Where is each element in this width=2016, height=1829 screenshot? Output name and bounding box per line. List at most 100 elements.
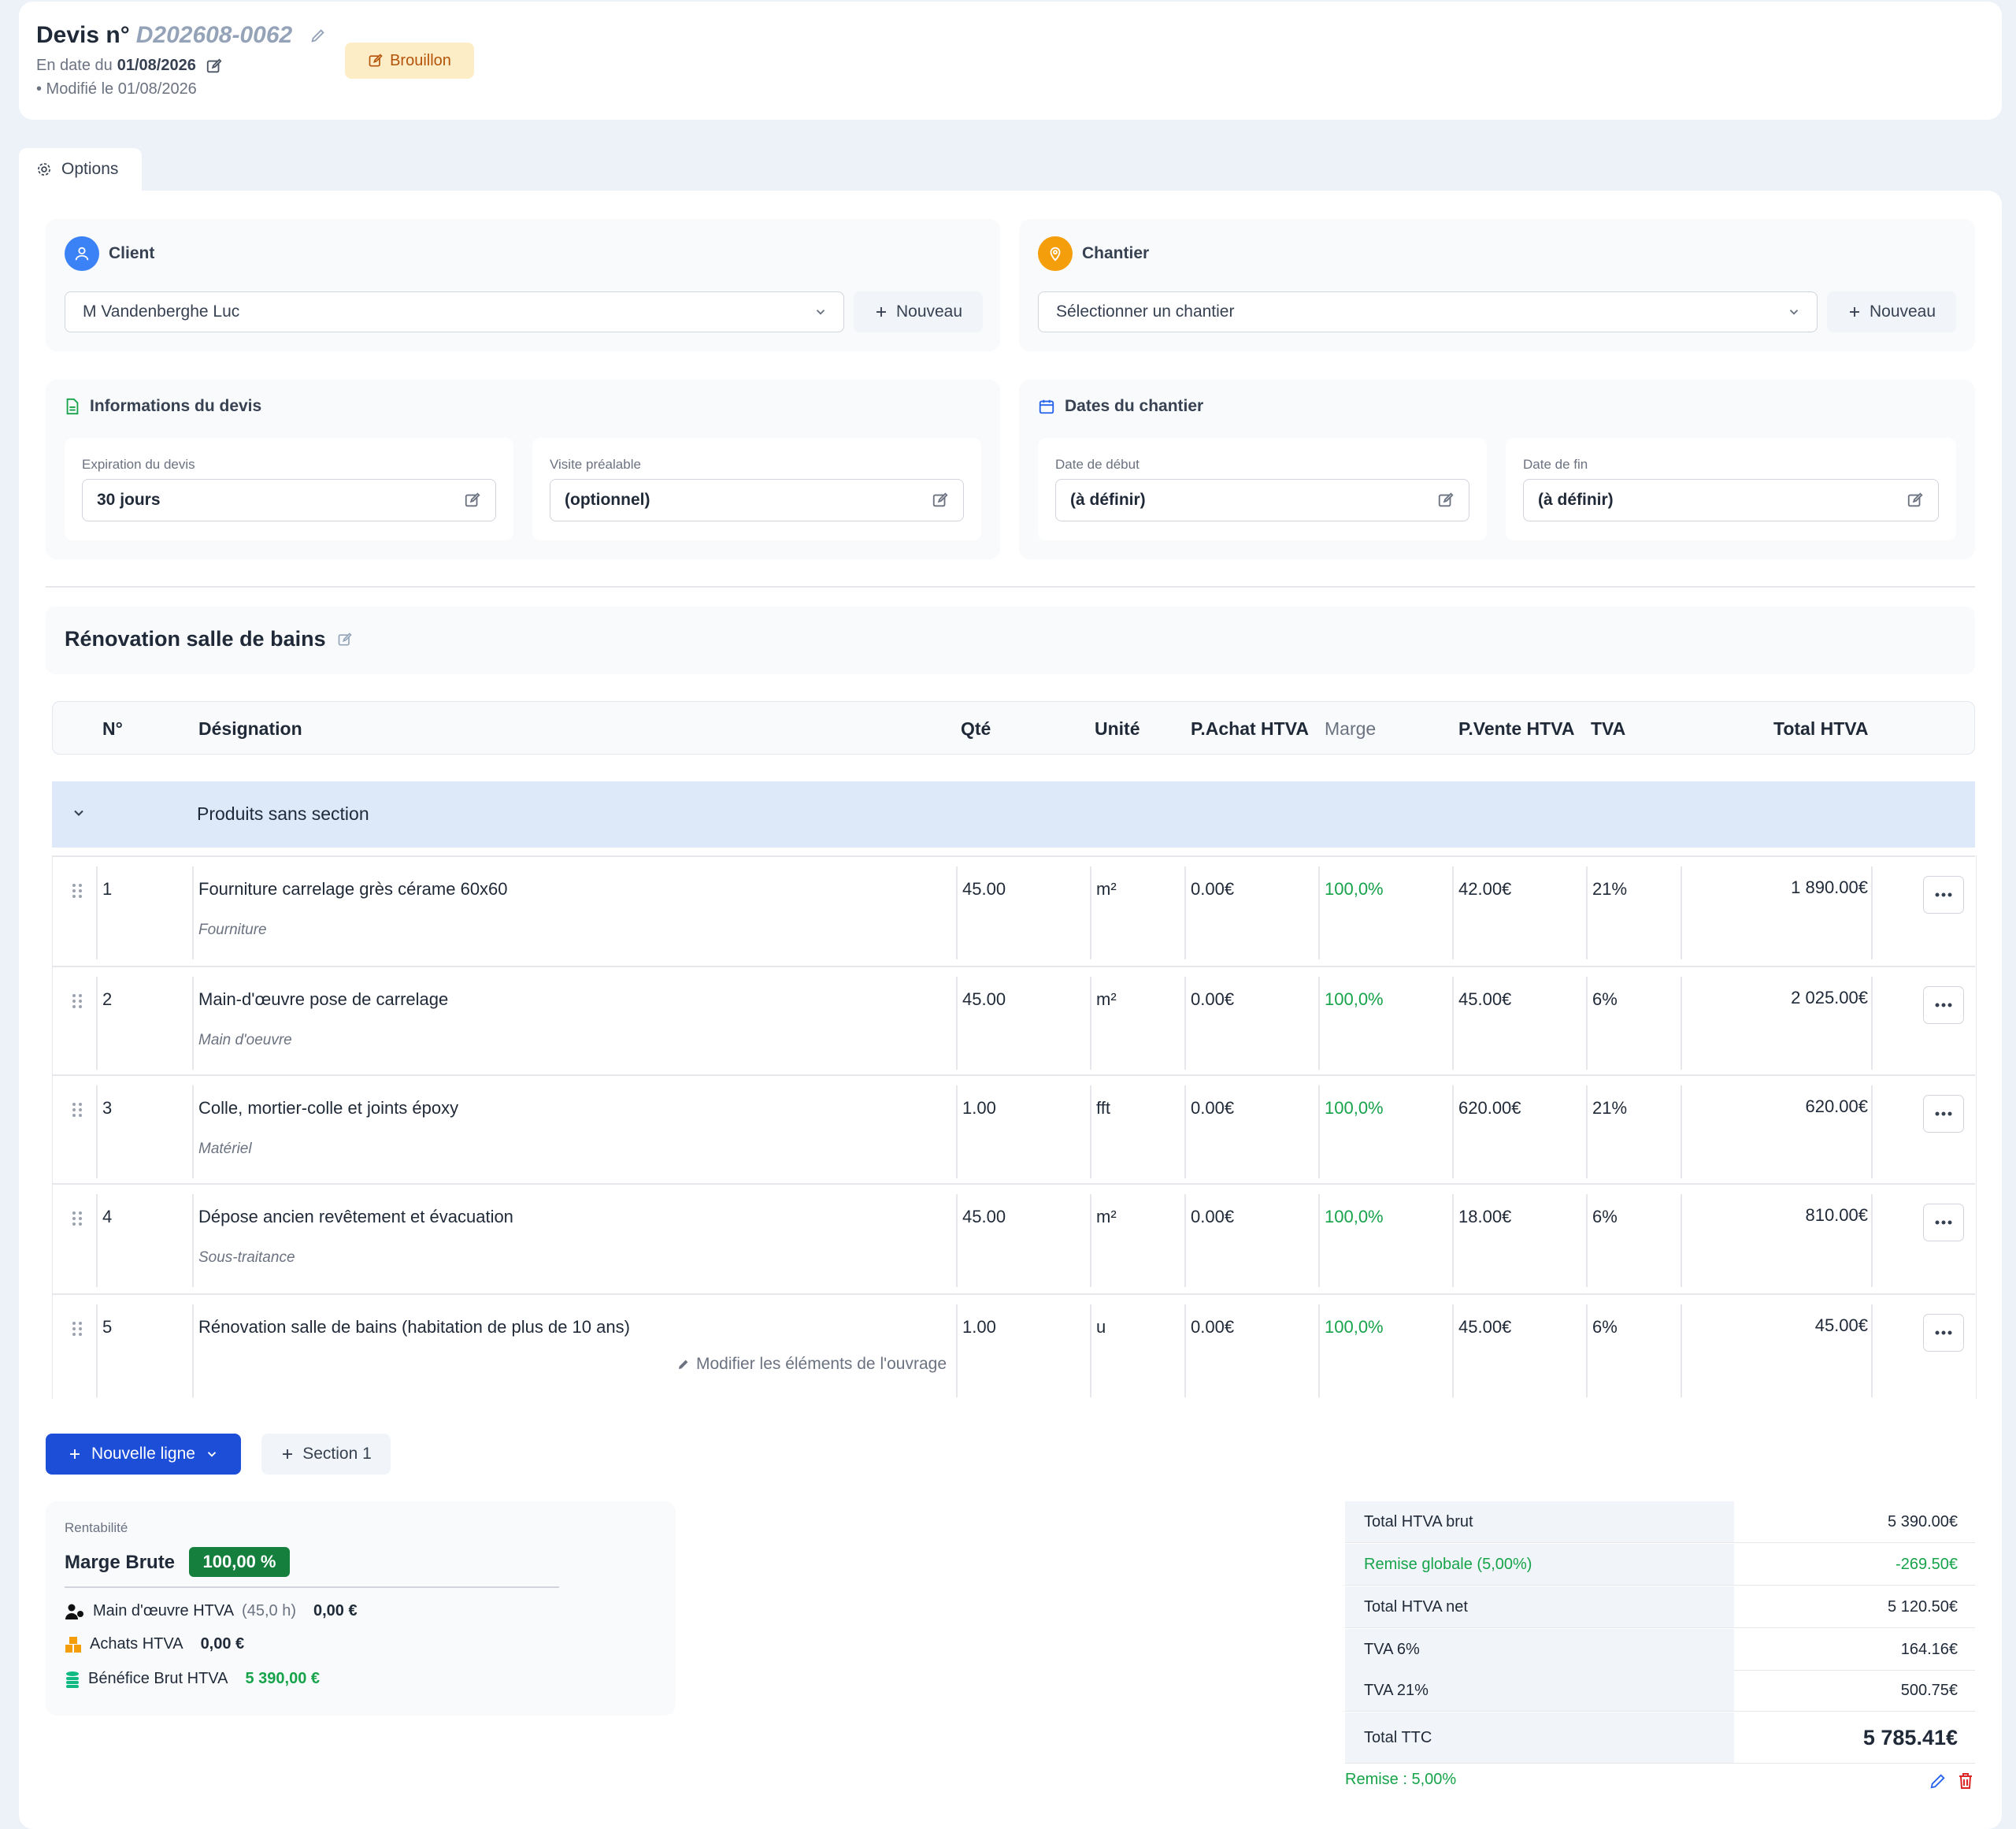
trash-icon[interactable] bbox=[1958, 1772, 1973, 1790]
column-divider bbox=[1318, 1304, 1320, 1397]
visite-label: Visite préalable bbox=[550, 457, 641, 472]
more-icon bbox=[1935, 1003, 1952, 1007]
modified-date: • Modifié le 01/08/2026 bbox=[36, 80, 197, 98]
row-sell-price[interactable]: 45.00€ bbox=[1458, 989, 1511, 1010]
row-total: 1 890.00€ bbox=[1791, 877, 1868, 897]
expiration-field[interactable]: 30 jours bbox=[82, 479, 496, 521]
col-num: N° bbox=[102, 718, 123, 739]
col-unit: Unité bbox=[1095, 718, 1140, 739]
row-designation[interactable]: Dépose ancien revêtement et évacuation bbox=[198, 1207, 513, 1227]
column-divider bbox=[1586, 1304, 1588, 1397]
drag-handle-icon[interactable] bbox=[71, 882, 83, 900]
row-actions-button[interactable] bbox=[1923, 876, 1964, 914]
row-sell-price[interactable]: 42.00€ bbox=[1458, 879, 1511, 900]
edit-icon bbox=[1437, 492, 1455, 509]
row-vat[interactable]: 6% bbox=[1592, 1317, 1618, 1337]
end-date-field[interactable]: (à définir) bbox=[1523, 479, 1939, 521]
pencil-icon[interactable] bbox=[309, 27, 327, 44]
drag-handle-icon[interactable] bbox=[71, 1101, 83, 1119]
row-divider bbox=[52, 1074, 1975, 1076]
row-designation[interactable]: Rénovation salle de bains (habitation de… bbox=[198, 1317, 630, 1337]
chantier-select[interactable]: Sélectionner un chantier bbox=[1038, 291, 1818, 332]
row-buy-price[interactable]: 0.00€ bbox=[1191, 1098, 1234, 1119]
row-buy-price[interactable]: 0.00€ bbox=[1191, 1207, 1234, 1227]
row-margin[interactable]: 100,0% bbox=[1325, 879, 1384, 900]
row-quantity[interactable]: 45.00 bbox=[962, 879, 1006, 900]
row-designation[interactable]: Main-d'œuvre pose de carrelage bbox=[198, 989, 448, 1010]
tab-options[interactable]: Options bbox=[19, 148, 142, 191]
column-divider bbox=[96, 977, 98, 1070]
coins-icon bbox=[65, 1671, 80, 1688]
row-vat[interactable]: 6% bbox=[1592, 1207, 1618, 1227]
row-unit[interactable]: m² bbox=[1096, 1207, 1117, 1227]
row-vat[interactable]: 21% bbox=[1592, 1098, 1627, 1119]
row-quantity[interactable]: 45.00 bbox=[962, 989, 1006, 1010]
row-quantity[interactable]: 1.00 bbox=[962, 1317, 996, 1337]
edit-icon bbox=[932, 492, 949, 509]
column-divider bbox=[956, 977, 958, 1070]
drag-handle-icon[interactable] bbox=[71, 1210, 83, 1227]
chevron-down-icon bbox=[813, 305, 828, 319]
labor-line: Main d'œuvre HTVA (45,0 h) 0,00 € bbox=[65, 1602, 358, 1620]
new-client-label: Nouveau bbox=[895, 302, 963, 321]
row-category: Matériel bbox=[198, 1141, 252, 1157]
row-actions-button[interactable] bbox=[1923, 1095, 1964, 1133]
col-margin: Marge bbox=[1325, 718, 1377, 739]
row-actions-button[interactable] bbox=[1923, 986, 1964, 1024]
column-divider bbox=[1184, 1194, 1186, 1287]
status-badge[interactable]: Brouillon bbox=[345, 43, 474, 79]
edit-status-icon bbox=[368, 53, 384, 69]
drag-handle-icon[interactable] bbox=[71, 1320, 83, 1337]
column-divider bbox=[1586, 977, 1588, 1070]
new-chantier-button[interactable]: Nouveau bbox=[1827, 291, 1956, 332]
row-sell-price[interactable]: 620.00€ bbox=[1458, 1098, 1521, 1119]
row-sell-price[interactable]: 18.00€ bbox=[1458, 1207, 1511, 1227]
row-buy-price[interactable]: 0.00€ bbox=[1191, 1317, 1234, 1337]
row-quantity[interactable]: 45.00 bbox=[962, 1207, 1006, 1227]
profit-value: 5 390,00 € bbox=[245, 1670, 321, 1687]
row-actions-button[interactable] bbox=[1923, 1204, 1964, 1241]
column-divider bbox=[956, 1085, 958, 1178]
row-unit[interactable]: m² bbox=[1096, 879, 1117, 900]
client-title-label: Client bbox=[109, 244, 155, 262]
marge-badge: 100,00 % bbox=[189, 1547, 290, 1577]
row-quantity[interactable]: 1.00 bbox=[962, 1098, 996, 1119]
drag-handle-icon[interactable] bbox=[71, 992, 83, 1010]
row-margin[interactable]: 100,0% bbox=[1325, 1317, 1384, 1337]
row-unit[interactable]: u bbox=[1096, 1317, 1106, 1337]
row-unit[interactable]: m² bbox=[1096, 989, 1117, 1010]
column-divider bbox=[1586, 1194, 1588, 1287]
row-designation[interactable]: Fourniture carrelage grès cérame 60x60 bbox=[198, 879, 508, 900]
row-designation[interactable]: Colle, mortier-colle et joints époxy bbox=[198, 1098, 458, 1119]
row-vat[interactable]: 21% bbox=[1592, 879, 1627, 900]
start-date-field[interactable]: (à définir) bbox=[1055, 479, 1469, 521]
remise-note: Remise : 5,00% bbox=[1345, 1771, 1457, 1788]
edit-ouvrage-link[interactable]: Modifier les éléments de l'ouvrage bbox=[677, 1355, 947, 1374]
column-divider bbox=[1452, 866, 1454, 959]
totals-label: Total HTVA net bbox=[1345, 1586, 1734, 1627]
visite-field[interactable]: (optionnel) bbox=[550, 479, 964, 521]
row-vat[interactable]: 6% bbox=[1592, 989, 1618, 1010]
new-line-button[interactable]: Nouvelle ligne bbox=[46, 1434, 241, 1475]
client-select[interactable]: M Vandenberghe Luc bbox=[65, 291, 844, 332]
row-unit[interactable]: fft bbox=[1096, 1098, 1110, 1119]
edit-section-icon[interactable] bbox=[337, 632, 353, 647]
row-buy-price[interactable]: 0.00€ bbox=[1191, 989, 1234, 1010]
row-buy-price[interactable]: 0.00€ bbox=[1191, 879, 1234, 900]
row-actions-button[interactable] bbox=[1923, 1314, 1964, 1352]
row-margin[interactable]: 100,0% bbox=[1325, 1207, 1384, 1227]
add-section-button[interactable]: Section 1 bbox=[261, 1434, 391, 1475]
edit-remise-icon[interactable] bbox=[1929, 1772, 1947, 1790]
new-chantier-label: Nouveau bbox=[1869, 302, 1936, 321]
plus-icon bbox=[874, 305, 888, 319]
row-margin[interactable]: 100,0% bbox=[1325, 1098, 1384, 1119]
end-date-value: (à définir) bbox=[1538, 491, 1614, 509]
quote-title: Devis n° D202608-0062 bbox=[36, 22, 327, 49]
row-margin[interactable]: 100,0% bbox=[1325, 989, 1384, 1010]
new-client-button[interactable]: Nouveau bbox=[854, 291, 983, 332]
row-sell-price[interactable]: 45.00€ bbox=[1458, 1317, 1511, 1337]
edit-date-icon[interactable] bbox=[206, 58, 223, 75]
chevron-down-icon[interactable] bbox=[71, 805, 87, 821]
row-divider bbox=[52, 1183, 1975, 1185]
end-date-label: Date de fin bbox=[1523, 457, 1588, 472]
